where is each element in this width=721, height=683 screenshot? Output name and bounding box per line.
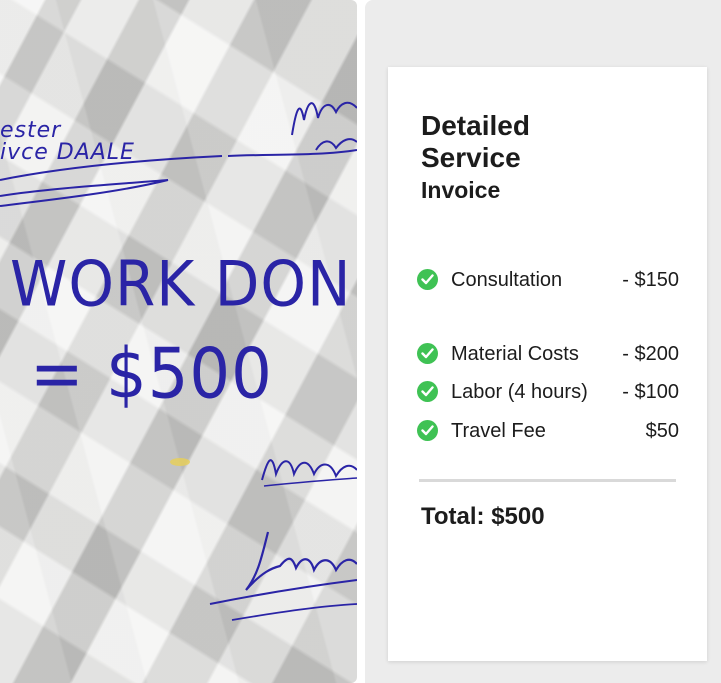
item-amount: - $200 — [622, 343, 679, 365]
check-circle-icon — [417, 381, 438, 402]
invoice-item-travel-fee: Travel Fee $50 — [417, 419, 679, 443]
check-circle-icon — [417, 269, 438, 290]
invoice-item-material-costs: Material Costs - $200 — [417, 342, 679, 366]
item-label: Material Costs — [451, 343, 579, 365]
invoice-subtitle: Invoice — [421, 177, 501, 203]
check-circle-icon — [417, 343, 438, 364]
invoice-item-labor: Labor (4 hours) - $100 — [417, 380, 679, 404]
item-label: Labor (4 hours) — [451, 381, 588, 403]
item-amount: $50 — [645, 420, 679, 442]
handwritten-work-done: WORK DONE — [10, 247, 357, 321]
total-divider — [419, 479, 676, 482]
crumpled-paper-photo: ester ivce DAALE WORK DONE = $500 — [0, 0, 357, 683]
scribble-text-top-2: ivce DAALE — [0, 140, 135, 165]
invoice-title: Detailed Service — [421, 110, 530, 173]
item-amount: - $100 — [622, 381, 679, 403]
invoice-item-consultation: Consultation - $150 — [417, 268, 679, 292]
handwritten-amount: = $500 — [30, 335, 273, 415]
check-circle-icon — [417, 420, 438, 441]
item-label: Consultation — [451, 269, 563, 291]
item-label: Travel Fee — [451, 420, 546, 442]
item-amount: - $150 — [622, 269, 679, 291]
invoice-total: Total: $500 — [421, 503, 545, 530]
